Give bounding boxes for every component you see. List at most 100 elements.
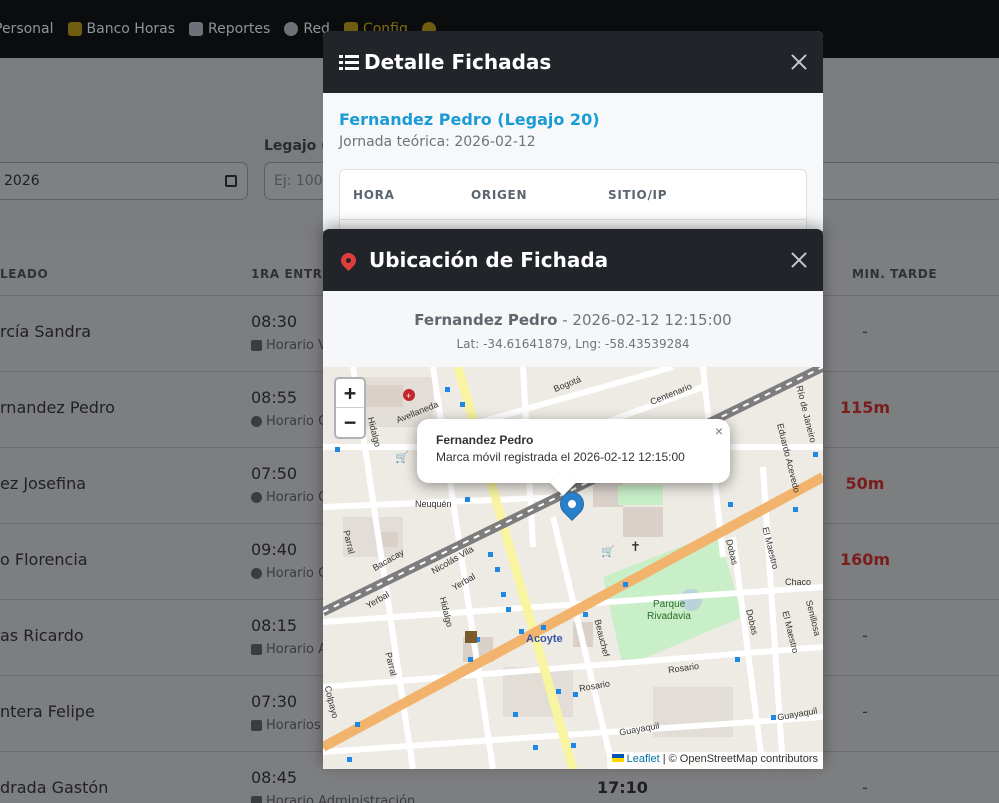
map-popup: Fernandez Pedro Marca móvil registrada e… bbox=[417, 419, 730, 483]
jornada-label: Jornada teórica: 2026-02-12 bbox=[339, 134, 536, 150]
entry-time: 08:55 bbox=[251, 388, 298, 407]
employee-name: Fernandez Pedro bbox=[414, 311, 558, 329]
svg-text:🛒: 🛒 bbox=[395, 451, 409, 464]
globe-icon bbox=[251, 492, 262, 503]
entry-time: 08:30 bbox=[251, 312, 298, 331]
popup-title: Fernandez Pedro bbox=[436, 433, 534, 447]
late-minutes: - bbox=[862, 778, 868, 797]
map-label: Rivadavia bbox=[647, 611, 691, 622]
employee-title: Fernandez Pedro (Legajo 20) bbox=[339, 110, 600, 129]
nav-banco-horas[interactable]: Banco Horas bbox=[67, 21, 176, 37]
list-icon bbox=[339, 54, 359, 70]
schedule-label: Horario Administración bbox=[266, 794, 416, 803]
schedule: Horarios bbox=[251, 718, 321, 733]
svg-text:🛒: 🛒 bbox=[601, 545, 615, 558]
map-pin-icon bbox=[337, 249, 360, 271]
exit-time: 17:10 bbox=[597, 778, 648, 797]
modal-title: Ubicación de Fichada bbox=[369, 248, 609, 272]
attribution-text: | © OpenStreetMap contributors bbox=[659, 753, 818, 765]
schedule: Horario A bbox=[251, 642, 327, 657]
employee-name: ez Josefina bbox=[0, 474, 87, 493]
nav-personal-label: Personal bbox=[0, 21, 54, 37]
map-label: Neuquén bbox=[415, 499, 452, 509]
modal-title: Detalle Fichadas bbox=[364, 50, 552, 74]
detalle-fichadas-modal: Detalle Fichadas Fernandez Pedro (Legajo… bbox=[323, 31, 823, 231]
ubicacion-fichada-modal: Ubicación de Fichada Fernandez Pedro - 2… bbox=[323, 229, 823, 769]
date-input-value: 2026 bbox=[4, 173, 40, 189]
schedule-label: Horario C bbox=[266, 414, 328, 429]
globe-icon bbox=[251, 416, 262, 427]
zoom-in-button[interactable]: + bbox=[336, 379, 364, 408]
calendar-icon bbox=[251, 796, 262, 803]
location-heading: Fernandez Pedro - 2026-02-12 12:15:00 bbox=[323, 311, 823, 329]
col-origen: ORIGEN bbox=[471, 188, 528, 202]
employee-name: ntera Felipe bbox=[0, 702, 95, 721]
close-icon[interactable] bbox=[789, 52, 809, 72]
date-input[interactable]: 2026 bbox=[0, 162, 248, 200]
svg-text:✝: ✝ bbox=[630, 539, 641, 554]
ukraine-flag-icon bbox=[611, 754, 624, 762]
schedule-label: Horario A bbox=[266, 642, 327, 657]
zoom-out-button[interactable]: − bbox=[336, 408, 364, 437]
modal-body: Fernandez Pedro (Legajo 20) Jornada teór… bbox=[323, 93, 823, 231]
leaflet-link[interactable]: Leaflet bbox=[627, 753, 660, 765]
schedule: Horario C bbox=[251, 490, 327, 505]
schedule: Horario Administración bbox=[251, 794, 415, 803]
report-icon bbox=[189, 22, 204, 36]
late-minutes: 160m bbox=[839, 550, 891, 569]
modal-header: Detalle Fichadas bbox=[323, 31, 823, 93]
nav-personal[interactable]: Personal bbox=[0, 21, 54, 37]
late-minutes: - bbox=[862, 702, 868, 721]
employee-name: drada Gastón bbox=[0, 778, 109, 797]
map-label: Chaco bbox=[785, 577, 812, 587]
globe-icon bbox=[251, 568, 262, 579]
coordinates: Lat: -34.61641879, Lng: -58.43539284 bbox=[456, 337, 690, 351]
nav-reportes[interactable]: Reportes bbox=[189, 21, 270, 37]
employee-name: as Ricardo bbox=[0, 626, 84, 645]
piggy-bank-icon bbox=[67, 22, 82, 36]
zoom-control: + − bbox=[334, 377, 366, 439]
map[interactable]: + ✝ 🛒 🛒 Parque Rivadavia Acoyte Rosario … bbox=[323, 367, 823, 769]
filter-input-right[interactable] bbox=[823, 162, 999, 200]
schedule-label: Horarios bbox=[266, 718, 321, 733]
calendar-icon bbox=[251, 340, 262, 351]
schedule-label: Horario C bbox=[266, 566, 328, 581]
map-label: Acoyte bbox=[526, 633, 563, 645]
modal-header: Ubicación de Fichada bbox=[323, 229, 823, 291]
employee-name: o Florencia bbox=[0, 550, 88, 569]
calendar-icon[interactable] bbox=[225, 175, 237, 187]
nav-reportes-label: Reportes bbox=[208, 21, 271, 37]
entry-time: 07:30 bbox=[251, 692, 298, 711]
late-minutes: - bbox=[862, 626, 868, 645]
col-sitio-ip: SITIO/IP bbox=[608, 188, 668, 202]
entry-time: 07:50 bbox=[251, 464, 298, 483]
late-minutes: 115m bbox=[839, 398, 891, 417]
map-label: Parque bbox=[653, 599, 686, 610]
employee-name: rnandez Pedro bbox=[0, 398, 115, 417]
schedule: Horario C bbox=[251, 566, 327, 581]
schedule-label: Horario V bbox=[266, 338, 327, 353]
separator: - bbox=[557, 311, 573, 329]
col-hora: HORA bbox=[353, 188, 395, 202]
col-empleado: LEADO bbox=[0, 267, 49, 281]
entry-time: 09:40 bbox=[251, 540, 298, 559]
network-icon bbox=[284, 22, 299, 36]
col-tarde: MIN. TARDE bbox=[852, 267, 938, 281]
employee-name: rcía Sandra bbox=[0, 322, 91, 341]
entry-time: 08:45 bbox=[251, 768, 298, 787]
location-info: Fernandez Pedro - 2026-02-12 12:15:00 La… bbox=[323, 291, 823, 367]
nav-banco-horas-label: Banco Horas bbox=[86, 21, 176, 37]
calendar-icon bbox=[251, 644, 262, 655]
close-icon[interactable] bbox=[789, 250, 809, 270]
fichada-datetime: 2026-02-12 12:15:00 bbox=[572, 311, 732, 329]
calendar-icon bbox=[251, 720, 262, 731]
late-minutes: - bbox=[862, 322, 868, 341]
schedule: Horario V bbox=[251, 338, 327, 353]
svg-text:+: + bbox=[406, 391, 411, 401]
late-minutes: 50m bbox=[845, 474, 885, 493]
map-attribution: Leaflet | © OpenStreetMap contributors bbox=[606, 752, 823, 769]
entry-time: 08:15 bbox=[251, 616, 298, 635]
schedule: Horario C bbox=[251, 414, 327, 429]
fichadas-table: HORA ORIGEN SITIO/IP bbox=[339, 169, 807, 231]
popup-close-button[interactable]: × bbox=[715, 423, 723, 439]
